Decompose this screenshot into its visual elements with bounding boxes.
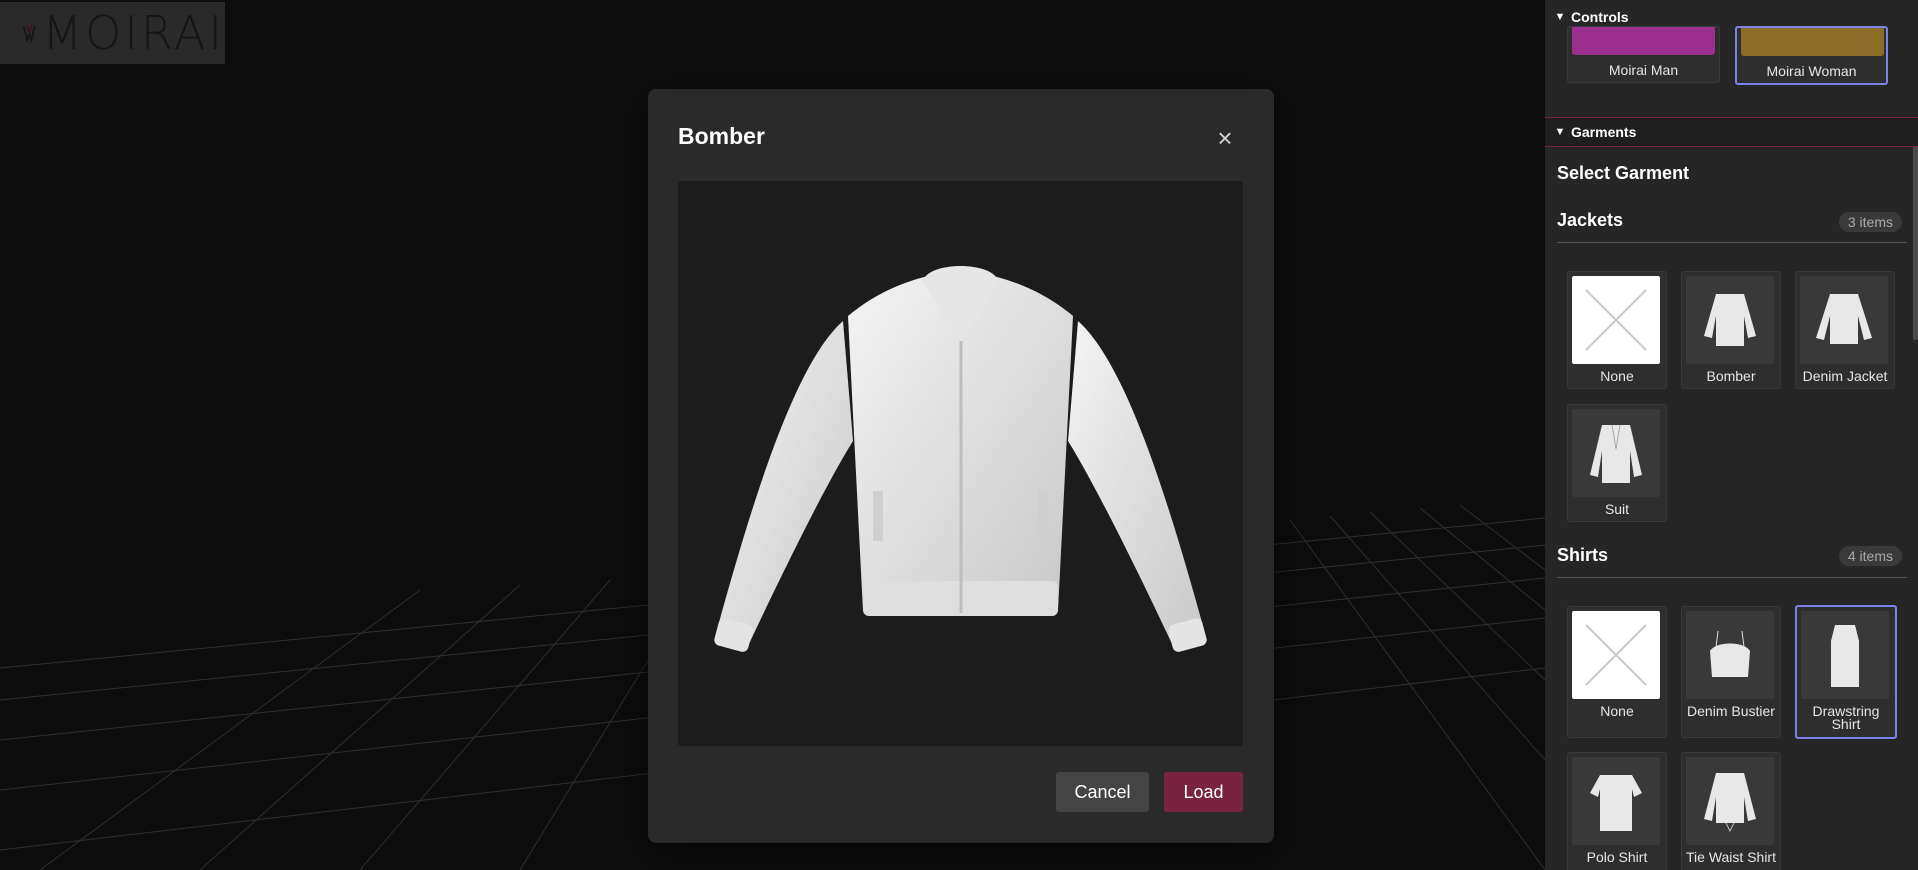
garment-label: Polo Shirt (1586, 849, 1648, 865)
garment-label: Tie Waist Shirt (1686, 849, 1776, 865)
chevron-down-icon: ▼ (1554, 126, 1566, 138)
garment-label: None (1600, 703, 1634, 719)
garments-title: Garments (1571, 124, 1637, 140)
sidebar-panel: ▼ Controls Moirai Man Moirai Woman ▼ Gar… (1545, 0, 1918, 870)
garment-label: Denim Jacket (1802, 368, 1888, 384)
garment-card-polo-shirt[interactable]: Polo Shirt (1567, 752, 1667, 870)
avatar-swatch (1572, 27, 1715, 55)
controls-title: Controls (1571, 9, 1629, 25)
suit-jacket-icon (1572, 409, 1660, 497)
category-divider (1557, 577, 1907, 578)
logo-mark-icon (22, 24, 36, 44)
category-count-badge: 4 items (1838, 546, 1902, 566)
none-x-icon (1572, 276, 1660, 364)
avatar-card-moirai-woman[interactable]: Moirai Woman (1735, 26, 1888, 85)
garment-card-shirts-none[interactable]: None (1567, 606, 1667, 738)
category-count-badge: 3 items (1838, 212, 1902, 232)
none-x-icon (1572, 611, 1660, 699)
garment-preview-modal: Bomber × Cancel Load (648, 89, 1274, 843)
drawstring-shirt-icon (1801, 611, 1889, 699)
garment-card-tie-waist-shirt[interactable]: Tie Waist Shirt (1681, 752, 1781, 870)
bomber-jacket-icon (1686, 276, 1774, 364)
garment-card-denim-bustier[interactable]: Denim Bustier (1681, 606, 1781, 738)
close-icon[interactable]: × (1210, 123, 1240, 153)
sidebar-scrollbar[interactable] (1913, 120, 1918, 340)
avatar-card-moirai-man[interactable]: Moirai Man (1567, 26, 1720, 83)
garment-label: None (1600, 368, 1634, 384)
modal-title: Bomber (678, 123, 765, 149)
garment-label: Bomber (1706, 368, 1756, 384)
load-button[interactable]: Load (1164, 772, 1243, 812)
category-divider (1557, 242, 1907, 243)
bustier-icon (1686, 611, 1774, 699)
cancel-button[interactable]: Cancel (1056, 772, 1149, 812)
avatar-label: Moirai Woman (1766, 63, 1857, 79)
polo-shirt-icon (1572, 757, 1660, 845)
garment-card-bomber[interactable]: Bomber (1681, 271, 1781, 389)
logo-text: MOIRAI (42, 6, 225, 60)
garment-card-drawstring-shirt[interactable]: Drawstring Shirt (1795, 605, 1897, 739)
avatar-label: Moirai Man (1608, 62, 1679, 78)
denim-jacket-icon (1800, 276, 1888, 364)
avatar-swatch (1741, 28, 1884, 56)
garment-label: Suit (1604, 501, 1630, 517)
category-title-shirts: Shirts (1557, 545, 1609, 565)
tie-waist-shirt-icon (1686, 757, 1774, 845)
garment-card-denim-jacket[interactable]: Denim Jacket (1795, 271, 1895, 389)
select-garment-heading: Select Garment (1557, 163, 1690, 183)
chevron-down-icon: ▼ (1554, 11, 1566, 23)
garment-label: Denim Bustier (1687, 703, 1775, 719)
garment-preview-image (678, 181, 1243, 746)
garment-card-suit[interactable]: Suit (1567, 404, 1667, 522)
garment-label: Drawstring Shirt (1812, 703, 1880, 732)
garments-section-header[interactable]: ▼ Garments (1545, 117, 1918, 147)
app-logo: MOIRAI (0, 2, 225, 64)
bomber-jacket-icon (714, 266, 1207, 652)
garment-card-jackets-none[interactable]: None (1567, 271, 1667, 389)
category-title-jackets: Jackets (1557, 210, 1624, 230)
